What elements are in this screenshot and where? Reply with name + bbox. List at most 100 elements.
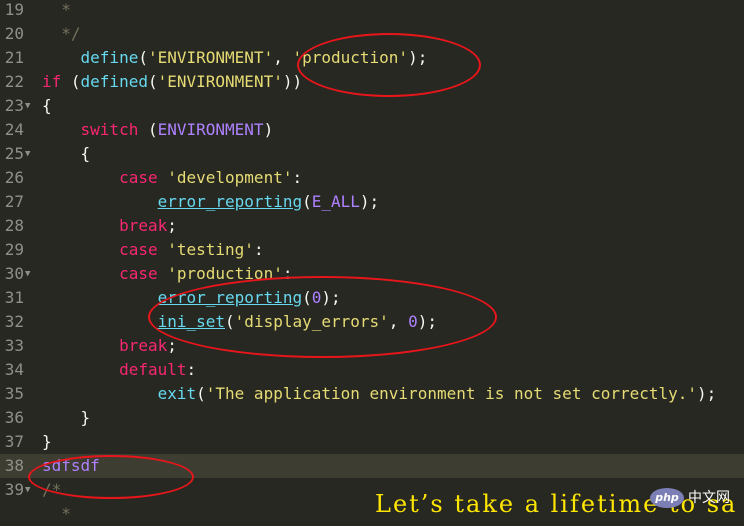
line-number: 38: [4, 456, 24, 475]
code-token: (: [61, 72, 81, 91]
code-text: case 'development':: [42, 166, 302, 190]
code-line[interactable]: 27 error_reporting(E_ALL);: [0, 190, 744, 214]
code-token: :: [292, 168, 303, 187]
code-token: exit: [157, 384, 197, 403]
line-number: 35: [4, 384, 24, 403]
code-token: ): [263, 120, 274, 139]
code-text: break;: [42, 214, 177, 238]
code-token: break: [119, 336, 168, 355]
code-line[interactable]: 26 case 'development':: [0, 166, 744, 190]
line-number: 27: [4, 192, 24, 211]
fold-arrow-icon[interactable]: ▼: [25, 262, 30, 286]
code-line[interactable]: 37}: [0, 430, 744, 454]
code-token: 'testing': [167, 240, 254, 259]
code-line[interactable]: 34 default:: [0, 358, 744, 382]
code-text: if (defined('ENVIRONMENT')): [42, 70, 302, 94]
php-cn-logo: php 中文网: [650, 486, 744, 512]
code-token: case: [119, 264, 158, 283]
code-text: }: [42, 406, 91, 430]
fold-arrow-icon[interactable]: ▼: [25, 94, 30, 118]
code-token: 'ENVIRONMENT': [157, 72, 283, 91]
code-token: :: [186, 360, 197, 379]
code-token: 'development': [167, 168, 293, 187]
code-line[interactable]: 36 }: [0, 406, 744, 430]
code-token: :: [253, 240, 264, 259]
line-number: 26: [4, 168, 24, 187]
code-token: *: [42, 504, 71, 523]
code-token: (: [138, 120, 158, 139]
line-number: 19: [4, 0, 24, 19]
code-line[interactable]: 23 ▼ {: [0, 94, 744, 118]
line-number: 22: [4, 72, 24, 91]
line-number: 34: [4, 360, 24, 379]
code-line[interactable]: 24 switch (ENVIRONMENT): [0, 118, 744, 142]
code-text: default:: [42, 358, 196, 382]
code-token: (: [138, 48, 148, 67]
code-line[interactable]: 25 ▼ {: [0, 142, 744, 166]
code-token: {: [42, 96, 52, 115]
annotation-circle-sdfsdf: [28, 455, 194, 499]
line-number: 33: [4, 336, 24, 355]
code-token: case: [119, 168, 158, 187]
code-token: define: [80, 48, 139, 67]
code-text: }: [42, 430, 52, 454]
code-token: case: [119, 240, 158, 259]
fold-arrow-icon[interactable]: ▼: [25, 142, 30, 166]
code-token: default: [119, 360, 187, 379]
annotation-circle-error-settings: [148, 276, 497, 358]
code-token: ;: [167, 216, 177, 235]
logo-text: 中文网: [688, 490, 730, 506]
line-number: 36: [4, 408, 24, 427]
code-text: exit('The application environment is not…: [42, 382, 717, 406]
code-text: {: [42, 142, 91, 166]
code-token: *: [42, 0, 71, 19]
line-number: 29: [4, 240, 24, 259]
code-token: E_ALL: [311, 192, 360, 211]
code-token: }: [42, 432, 52, 451]
code-token: 'ENVIRONMENT': [147, 48, 274, 67]
code-text: error_reporting(E_ALL);: [42, 190, 380, 214]
line-number: 20: [4, 24, 24, 43]
code-token: switch: [80, 120, 139, 139]
code-token: {: [42, 144, 91, 163]
line-number: 25: [4, 144, 24, 163]
code-text: {: [42, 94, 52, 118]
code-token: );: [697, 384, 717, 403]
line-number: 28: [4, 216, 24, 235]
code-text: *: [42, 502, 71, 526]
php-logo-icon: php: [650, 488, 684, 508]
code-text: switch (ENVIRONMENT): [42, 118, 274, 142]
code-line[interactable]: 29 case 'testing':: [0, 238, 744, 262]
code-token: )): [282, 72, 303, 91]
line-number: 31: [4, 288, 24, 307]
code-token: );: [359, 192, 380, 211]
line-number: 24: [4, 120, 24, 139]
code-line[interactable]: 28 break;: [0, 214, 744, 238]
code-token: (: [302, 192, 312, 211]
code-token: if: [42, 72, 62, 91]
line-number: 21: [4, 48, 24, 67]
code-token: break: [119, 216, 168, 235]
code-token: 'The application environment is not set …: [205, 384, 698, 403]
code-token: (: [147, 72, 158, 91]
code-line[interactable]: 19 *: [0, 0, 744, 22]
line-number: 39: [4, 480, 24, 499]
code-text: */: [42, 22, 80, 46]
annotation-circle-production: [297, 33, 481, 97]
code-line[interactable]: 35 exit('The application environment is …: [0, 382, 744, 406]
line-number: 30: [4, 264, 24, 283]
